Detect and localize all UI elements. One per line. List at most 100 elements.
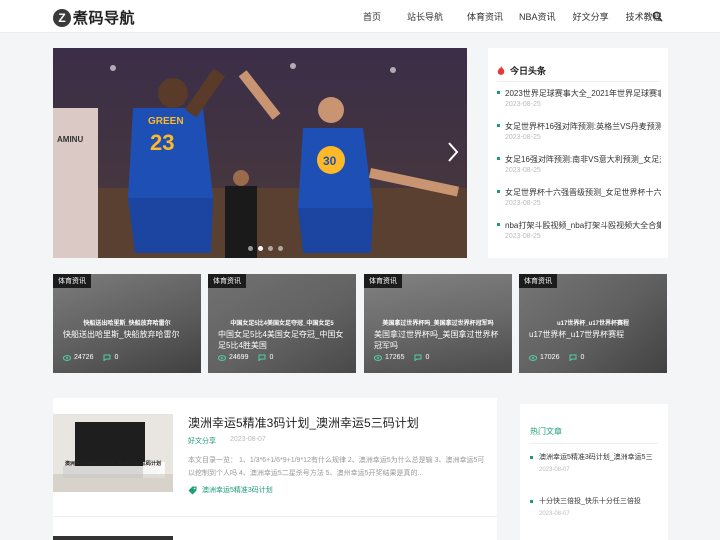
headline-title[interactable]: 女足16强对阵预测:南非VS意大利预测_女足对 bbox=[505, 154, 661, 165]
card-title[interactable]: 快船送出哈里斯_快船放弃哈雷尔 bbox=[63, 329, 195, 340]
bullet bbox=[497, 190, 500, 193]
comment-icon bbox=[103, 354, 111, 361]
headline-item[interactable]: 女足16强对阵预测:南非VS意大利预测_女足对 2023-08-25 bbox=[497, 154, 661, 187]
article-tag[interactable]: 澳洲幸运5精准3码计划 bbox=[202, 485, 273, 495]
article-tags[interactable]: 澳洲幸运5精准3码计划 bbox=[188, 485, 273, 495]
nav-home[interactable]: 首页 bbox=[363, 10, 381, 23]
card-comment-count: 0 bbox=[114, 354, 119, 361]
article-list: 澳洲幸运5精准3码计划_澳洲幸运5三码计划 澳洲幸运5精准3码计划_澳洲幸运5三… bbox=[53, 398, 497, 540]
card-title[interactable]: 美国拿过世界杯吗_美国拿过世界杯冠军吗 bbox=[374, 329, 506, 351]
article-card[interactable]: 体育资讯 美国拿过世界杯吗_美国拿过世界杯冠军吗 美国拿过世界杯吗_美国拿过世界… bbox=[364, 274, 512, 373]
slider-dot[interactable] bbox=[278, 246, 283, 251]
divider bbox=[53, 516, 497, 517]
hero-slider[interactable]: AMINU GREEN 23 30 bbox=[53, 48, 467, 258]
left-jersey-name: GREEN bbox=[148, 116, 184, 127]
headlines-list: 2023世界足球赛事大全_2021年世界足球赛事 2023-08-25 女足世界… bbox=[497, 88, 661, 253]
nav-articles[interactable]: 好文分享 bbox=[573, 10, 609, 23]
eye-icon bbox=[529, 354, 537, 361]
next-article-thumbnail[interactable] bbox=[53, 536, 173, 540]
eye-icon bbox=[218, 354, 226, 361]
search-icon[interactable] bbox=[652, 11, 663, 22]
comment-icon bbox=[414, 354, 422, 361]
card-views: 24726 bbox=[74, 354, 94, 361]
card-comments: 0 bbox=[414, 354, 429, 361]
bullet bbox=[497, 91, 500, 94]
card-comment-count: 0 bbox=[580, 354, 585, 361]
site-header: Z 煮码导航 首页 站长导航 体育资讯 NBA资讯 好文分享 技术教程 bbox=[0, 0, 720, 33]
card-comment-count: 0 bbox=[425, 354, 430, 361]
hot-article-title[interactable]: 十分快三倍投_快乐十分任三倍投 bbox=[539, 496, 663, 506]
slider-dot-active[interactable] bbox=[258, 246, 263, 251]
comment-icon bbox=[258, 354, 266, 361]
eye-icon bbox=[63, 354, 71, 361]
headlines-title: 今日头条 bbox=[510, 66, 547, 76]
card-category-tag[interactable]: 体育资讯 bbox=[53, 274, 91, 288]
headline-item[interactable]: 女足世界杯十六强晋级预测_女足世界杯十六 2023-08-25 bbox=[497, 187, 661, 220]
card-stats: 24726 0 bbox=[63, 354, 118, 361]
far-left-jersey-name: AMINU bbox=[57, 135, 83, 144]
headline-title[interactable]: 女足世界杯16强对阵预测:英格兰VS丹麦预测_ bbox=[505, 121, 661, 132]
nav-webmaster[interactable]: 站长导航 bbox=[407, 10, 443, 23]
comment-icon bbox=[569, 354, 577, 361]
logo-badge: Z bbox=[53, 8, 71, 27]
article-date: 2023-08-07 bbox=[230, 436, 266, 443]
headline-date: 2023-08-25 bbox=[505, 134, 541, 141]
card-image-caption: 美国拿过世界杯吗_美国拿过世界杯冠军吗 bbox=[382, 321, 494, 327]
hot-article-date: 2023-08-07 bbox=[539, 511, 570, 517]
hot-article-date: 2023-08-07 bbox=[539, 467, 570, 473]
card-image-caption: 中国女足5比4美国女足夺冠_中国女足5 bbox=[230, 321, 334, 327]
card-image-caption: u17世界杯_u17世界杯赛程 bbox=[556, 321, 629, 327]
nav-sports[interactable]: 体育资讯 bbox=[467, 10, 503, 23]
site-logo[interactable]: Z 煮码导航 bbox=[53, 7, 135, 28]
hot-article-title[interactable]: 澳洲幸运5精准3码计划_澳洲幸运5三 bbox=[539, 452, 663, 462]
nav-nba[interactable]: NBA资讯 bbox=[519, 10, 556, 23]
slider-image: AMINU GREEN 23 30 bbox=[53, 48, 467, 258]
tag-icon bbox=[188, 486, 197, 494]
headline-title[interactable]: nba打架斗殴视频_nba打架斗殴视频大全合集 bbox=[505, 220, 661, 231]
card-category-tag[interactable]: 体育资讯 bbox=[364, 274, 402, 288]
bullet bbox=[497, 124, 500, 127]
article-meta: 好文分享 2023-08-07 bbox=[188, 436, 266, 446]
card-comment-count: 0 bbox=[269, 354, 274, 361]
fire-icon bbox=[497, 65, 505, 75]
card-stats: 17026 0 bbox=[529, 354, 584, 361]
article-card[interactable]: 体育资讯 u17世界杯_u17世界杯赛程 u17世界杯_u17世界杯赛程 170… bbox=[519, 274, 667, 373]
article-category[interactable]: 好文分享 bbox=[188, 436, 216, 446]
main-nav: 首页 站长导航 体育资讯 NBA资讯 好文分享 技术教程 bbox=[352, 0, 662, 33]
featured-cards: 体育资讯 快船送出哈里斯_快船放弃哈雷尔 快船送出哈里斯_快船放弃哈雷尔 247… bbox=[53, 274, 667, 373]
headline-title[interactable]: 女足世界杯十六强晋级预测_女足世界杯十六 bbox=[505, 187, 661, 198]
card-category-tag[interactable]: 体育资讯 bbox=[519, 274, 557, 288]
thumbnail-caption: 澳洲幸运5精准3码计划_澳洲幸运5三码计划 bbox=[64, 461, 162, 467]
bullet bbox=[497, 157, 500, 160]
headline-date: 2023-08-25 bbox=[505, 233, 541, 240]
card-comments: 0 bbox=[103, 354, 118, 361]
card-title[interactable]: u17世界杯_u17世界杯赛程 bbox=[529, 329, 661, 340]
headline-item[interactable]: nba打架斗殴视频_nba打架斗殴视频大全合集 2023-08-25 bbox=[497, 220, 661, 253]
slider-next-arrow-icon[interactable] bbox=[445, 140, 461, 164]
card-stats: 24699 0 bbox=[218, 354, 273, 361]
today-headlines-panel: 今日头条 2023世界足球赛事大全_2021年世界足球赛事 2023-08-25… bbox=[488, 48, 668, 258]
slider-dot[interactable] bbox=[268, 246, 273, 251]
right-jersey-number: 30 bbox=[323, 154, 337, 168]
headline-date: 2023-08-25 bbox=[505, 101, 541, 108]
card-category-tag[interactable]: 体育资讯 bbox=[208, 274, 246, 288]
headline-item[interactable]: 女足世界杯16强对阵预测:英格兰VS丹麦预测_ 2023-08-25 bbox=[497, 121, 661, 154]
article-excerpt: 本文目录一览： 1、1/3*6+1/6*9+1/9*12有什么规律 2、澳洲幸运… bbox=[188, 457, 485, 477]
article-card[interactable]: 体育资讯 快船送出哈里斯_快船放弃哈雷尔 快船送出哈里斯_快船放弃哈雷尔 247… bbox=[53, 274, 201, 373]
slider-dot[interactable] bbox=[248, 246, 253, 251]
headline-title[interactable]: 2023世界足球赛事大全_2021年世界足球赛事 bbox=[505, 88, 661, 99]
card-views: 24699 bbox=[229, 354, 249, 361]
hot-articles-title: 热门文章 bbox=[530, 427, 562, 436]
bullet bbox=[530, 500, 533, 503]
card-comments: 0 bbox=[258, 354, 273, 361]
bullet bbox=[497, 223, 500, 226]
article-title[interactable]: 澳洲幸运5精准3码计划_澳洲幸运5三码计划 bbox=[188, 414, 419, 431]
bullet bbox=[530, 456, 533, 459]
headline-date: 2023-08-25 bbox=[505, 200, 541, 207]
headline-item[interactable]: 2023世界足球赛事大全_2021年世界足球赛事 2023-08-25 bbox=[497, 88, 661, 121]
card-stats: 17265 0 bbox=[374, 354, 429, 361]
card-title[interactable]: 中国女足5比4美国女足夺冠_中国女足5比4胜美国 bbox=[218, 329, 350, 351]
card-image-caption: 快船送出哈里斯_快船放弃哈雷尔 bbox=[83, 321, 171, 327]
article-thumbnail[interactable]: 澳洲幸运5精准3码计划_澳洲幸运5三码计划 bbox=[53, 414, 173, 492]
article-card[interactable]: 体育资讯 中国女足5比4美国女足夺冠_中国女足5 中国女足5比4美国女足夺冠_中… bbox=[208, 274, 356, 373]
